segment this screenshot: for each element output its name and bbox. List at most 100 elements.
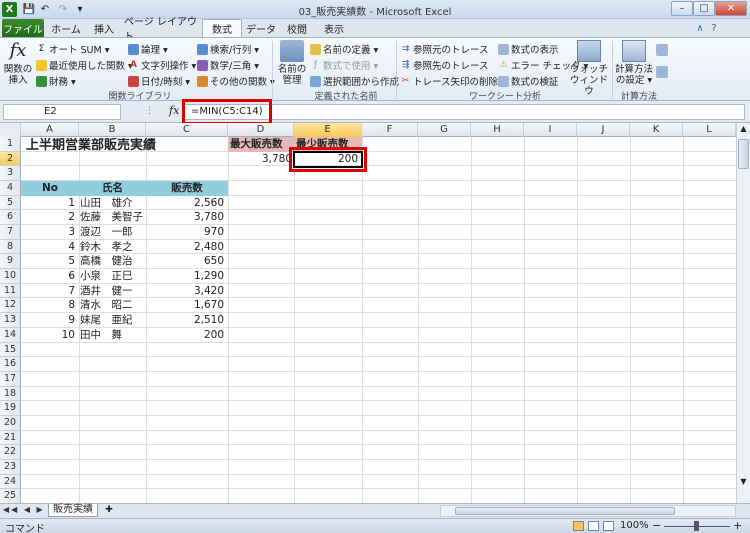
- cell-name[interactable]: 高橋 健治: [80, 254, 146, 268]
- row-header[interactable]: 21: [0, 430, 21, 446]
- cell-no[interactable]: 3: [21, 225, 75, 239]
- row-header[interactable]: 15: [0, 342, 21, 358]
- row-header[interactable]: 19: [0, 401, 21, 416]
- recent-functions-button[interactable]: 最近使用した関数 ▾: [36, 58, 133, 72]
- sheet-title[interactable]: 上半期営業部販売実績: [26, 138, 156, 154]
- cell-sales[interactable]: 3,420: [146, 284, 224, 298]
- row-header[interactable]: 4: [0, 181, 21, 196]
- tab-review[interactable]: 校閲: [280, 19, 314, 37]
- cell-name[interactable]: 田中 舞: [80, 328, 146, 342]
- row-header[interactable]: 11: [0, 283, 21, 299]
- max-sales-label[interactable]: 最大販売数: [230, 137, 283, 151]
- horizontal-scrollbar[interactable]: [440, 505, 736, 517]
- remove-arrows-button[interactable]: ✂ トレース矢印の削除 ▾: [400, 74, 506, 89]
- row-header[interactable]: 12: [0, 298, 21, 314]
- tab-file[interactable]: ファイル: [2, 19, 44, 37]
- zoom-out-button[interactable]: −: [652, 519, 661, 532]
- cell-no[interactable]: 10: [21, 328, 75, 342]
- cell-no[interactable]: 8: [21, 298, 75, 312]
- cell-no[interactable]: 6: [21, 269, 75, 283]
- maximize-button[interactable]: □: [693, 1, 715, 16]
- row-header[interactable]: 13: [0, 313, 21, 328]
- row-header[interactable]: 6: [0, 210, 21, 226]
- cell-name[interactable]: 鈴木 孝之: [80, 240, 146, 254]
- cell-no[interactable]: 2: [21, 210, 75, 224]
- column-header[interactable]: E: [294, 123, 362, 137]
- trace-dependents-button[interactable]: ⇶ 参照先のトレース: [400, 58, 489, 73]
- cell-sales[interactable]: 970: [146, 225, 224, 239]
- worksheet-grid[interactable]: A B C D E F G H I J K L 1 2 3 4 5 6 7 8 9 10 11 12 1…: [0, 123, 736, 503]
- row-header[interactable]: 23: [0, 459, 21, 475]
- column-header[interactable]: L: [683, 123, 736, 137]
- column-header[interactable]: I: [524, 123, 577, 137]
- logical-button[interactable]: 論理 ▾: [128, 42, 168, 56]
- close-button[interactable]: ✕: [715, 1, 747, 16]
- calc-now-button[interactable]: [656, 44, 670, 56]
- scroll-down-icon[interactable]: ▼: [738, 477, 749, 489]
- scroll-up-icon[interactable]: ▲: [738, 124, 749, 136]
- cell-name[interactable]: 山田 雄介: [80, 196, 146, 210]
- row-header[interactable]: 18: [0, 386, 21, 402]
- new-sheet-icon[interactable]: ✚: [100, 505, 118, 516]
- h-scroll-thumb[interactable]: [455, 507, 675, 515]
- create-from-selection-button[interactable]: 選択範囲から作成: [310, 74, 399, 88]
- use-in-formula-button[interactable]: ƒ 数式で使用 ▾: [310, 58, 378, 73]
- tab-home[interactable]: ホーム: [46, 19, 86, 37]
- row-header[interactable]: 24: [0, 474, 21, 490]
- sheet-tab-sales[interactable]: 販売実績: [48, 504, 98, 517]
- cell-sales[interactable]: 3,780: [146, 210, 224, 224]
- calc-options-button[interactable]: 計算方法 の設定 ▾: [614, 40, 654, 86]
- zoom-in-button[interactable]: +: [733, 519, 742, 532]
- name-box[interactable]: E2: [3, 104, 121, 120]
- more-functions-button[interactable]: その他の関数 ▾: [197, 74, 275, 88]
- tab-formulas[interactable]: 数式: [202, 19, 242, 37]
- max-sales-value[interactable]: 3,780: [228, 152, 292, 166]
- cell-no[interactable]: 1: [21, 196, 75, 210]
- row-header[interactable]: 1: [0, 137, 21, 152]
- column-header[interactable]: K: [630, 123, 683, 137]
- row-header[interactable]: 3: [0, 166, 21, 182]
- row-header[interactable]: 8: [0, 239, 21, 255]
- cell-name[interactable]: 渡辺 一郎: [80, 225, 146, 239]
- cell-sales[interactable]: 1,290: [146, 269, 224, 283]
- row-header[interactable]: 7: [0, 225, 21, 240]
- financial-button[interactable]: 財務 ▾: [36, 74, 76, 88]
- tab-insert[interactable]: 挿入: [86, 19, 122, 37]
- row-header[interactable]: 14: [0, 327, 21, 343]
- name-manager-button[interactable]: 名前の 管理: [276, 40, 308, 86]
- insert-function-button[interactable]: fx 関数の 挿入: [3, 40, 33, 86]
- cell-sales[interactable]: 2,560: [146, 196, 224, 210]
- define-name-button[interactable]: 名前の定義 ▾: [310, 42, 378, 56]
- page-layout-view-icon[interactable]: [588, 521, 599, 531]
- zoom-level[interactable]: 100%: [620, 520, 649, 531]
- zoom-slider-thumb[interactable]: [694, 521, 699, 531]
- normal-view-icon[interactable]: [573, 521, 584, 531]
- scroll-thumb[interactable]: [738, 139, 749, 169]
- tab-view[interactable]: 表示: [316, 19, 352, 37]
- row-header[interactable]: 10: [0, 269, 21, 284]
- header-no[interactable]: No: [21, 181, 79, 195]
- math-button[interactable]: 数学/三角 ▾: [197, 58, 259, 72]
- help-icon[interactable]: ?: [708, 19, 720, 37]
- row-header[interactable]: 25: [0, 489, 21, 503]
- cell-no[interactable]: 7: [21, 284, 75, 298]
- column-header[interactable]: D: [228, 123, 294, 137]
- tab-page-layout[interactable]: ページ レイアウト: [124, 17, 202, 43]
- row-header[interactable]: 16: [0, 357, 21, 372]
- row-header[interactable]: 9: [0, 254, 21, 270]
- watch-window-button[interactable]: ウォッチ ウィンドウ: [570, 40, 608, 97]
- cell-name[interactable]: 妹尾 亜紀: [80, 313, 146, 327]
- row-header[interactable]: 17: [0, 371, 21, 387]
- evaluate-formula-button[interactable]: 数式の検証: [498, 74, 559, 88]
- cell-no[interactable]: 4: [21, 240, 75, 254]
- cell-name[interactable]: 小泉 正巳: [80, 269, 146, 283]
- minimize-ribbon-icon[interactable]: ∧: [694, 19, 706, 37]
- row-header[interactable]: 22: [0, 445, 21, 460]
- column-header[interactable]: B: [79, 123, 146, 137]
- header-sales[interactable]: 販売数: [146, 181, 228, 195]
- column-header[interactable]: H: [471, 123, 524, 137]
- show-formulas-button[interactable]: 数式の表示: [498, 42, 559, 56]
- trace-precedents-button[interactable]: ⇉ 参照元のトレース: [400, 42, 489, 57]
- minimize-button[interactable]: –: [671, 1, 693, 16]
- select-all-corner[interactable]: [0, 123, 21, 137]
